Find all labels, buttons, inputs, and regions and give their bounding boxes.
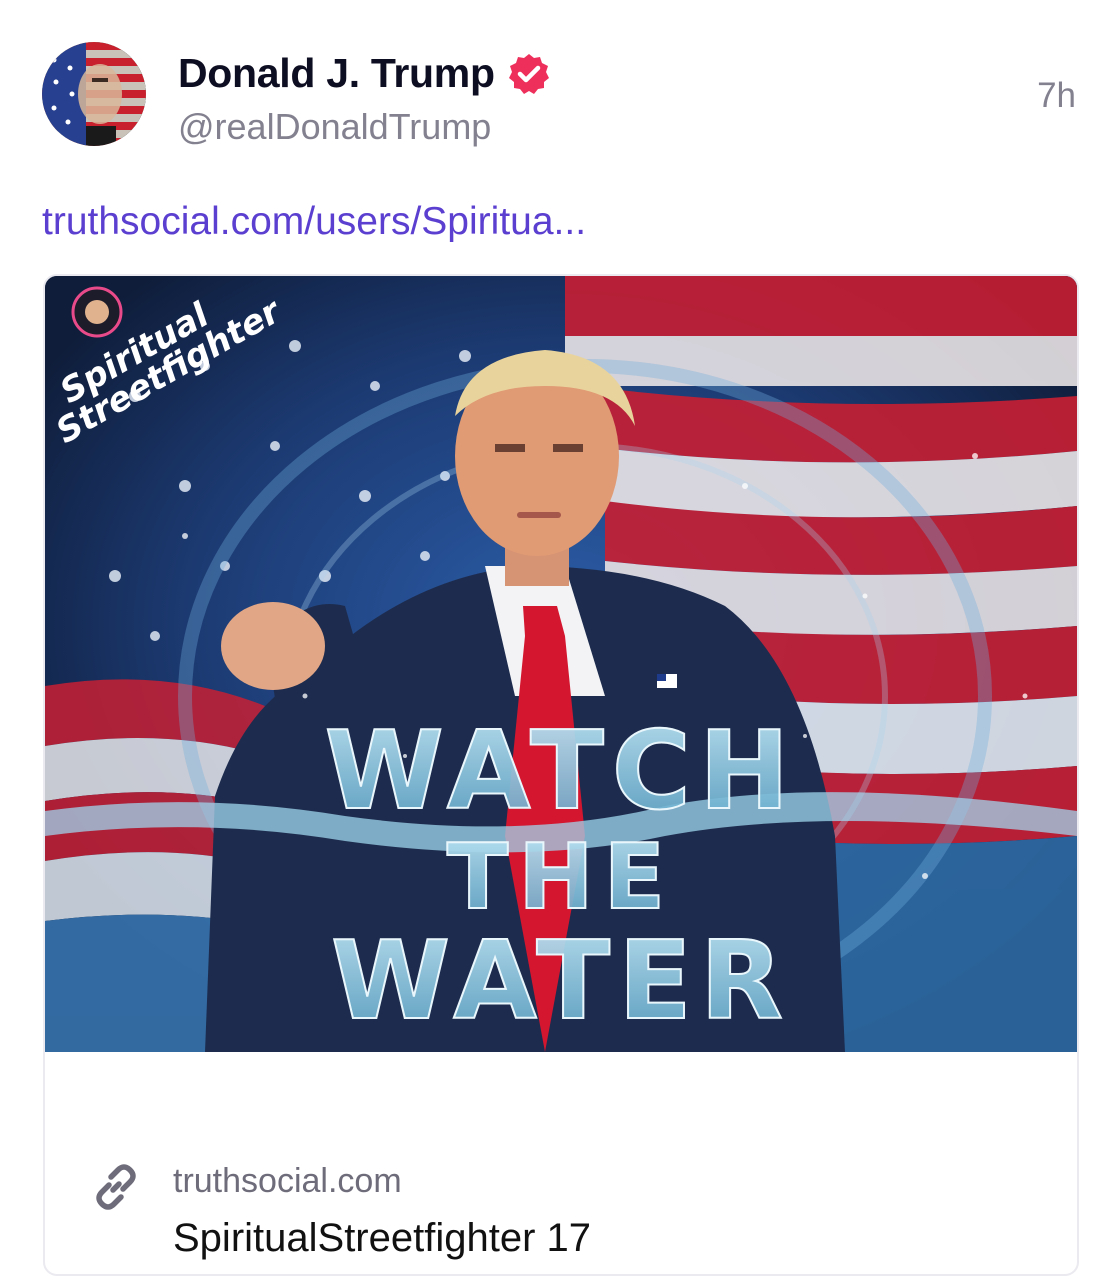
author-handle[interactable]: @realDonaldTrump (178, 106, 491, 148)
card-domain: truthsocial.com (173, 1162, 402, 1200)
card-meta: truthsocial.com SpiritualStreetfighter 1… (45, 1052, 1077, 1274)
card-title-line-1: SpiritualStreetfighter 17 (173, 1216, 592, 1260)
post-link[interactable]: truthsocial.com/users/Spiritua... (42, 200, 586, 244)
card-title[interactable]: SpiritualStreetfighter 17 (@SpiritualStr… (173, 1212, 1033, 1274)
verified-badge-icon (507, 52, 551, 96)
author-name[interactable]: Donald J. Trump (178, 50, 495, 97)
post: Donald J. Trump @realDonaldTrump 7h trut… (0, 0, 1120, 1280)
link-preview-card[interactable]: Spiritual Streetfighter WATCH THE WATER (43, 274, 1079, 1276)
headline-word-3: WATER (331, 919, 791, 1044)
headline-word-2: THE (447, 825, 675, 930)
card-title-line-2: (@SpiritualStreetfighter) (173, 1264, 1033, 1274)
headline-word-1: WATCH (325, 709, 798, 834)
avatar[interactable] (42, 42, 146, 146)
card-image: Spiritual Streetfighter WATCH THE WATER (45, 276, 1077, 1052)
post-timestamp[interactable]: 7h (1037, 76, 1076, 116)
author-row: Donald J. Trump (178, 50, 551, 97)
link-chain-icon (89, 1160, 143, 1214)
